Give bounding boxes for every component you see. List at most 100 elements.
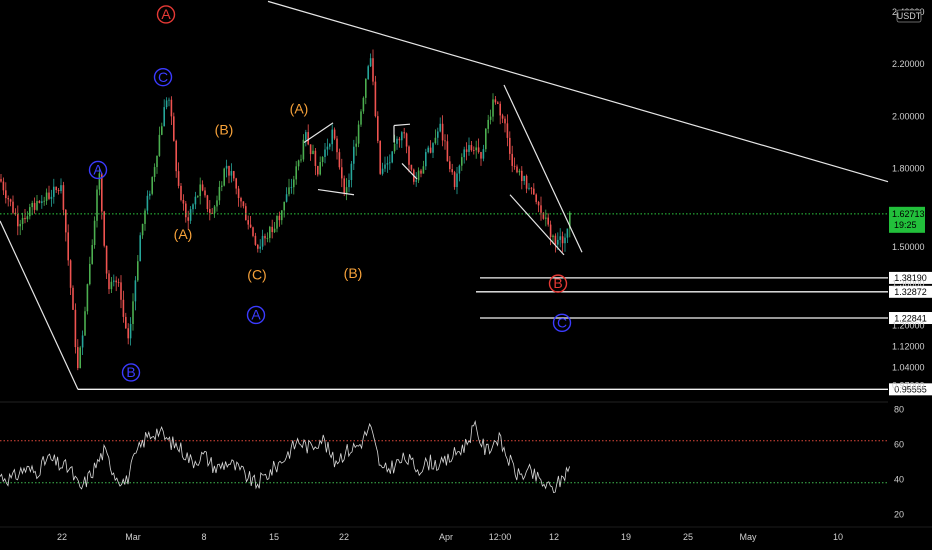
candle-body <box>288 187 290 195</box>
candle-body <box>554 235 557 245</box>
candle-body <box>403 132 405 134</box>
candle-body <box>182 199 185 204</box>
time-axis-tick: 25 <box>683 532 693 542</box>
price-axis-tick: 1.12000 <box>892 341 925 351</box>
candle-body <box>343 178 345 194</box>
candle-body <box>333 129 336 139</box>
price-axis[interactable]: 2.400002.200002.000001.800001.500001.360… <box>889 7 925 391</box>
trendline <box>0 220 79 390</box>
wave-label-text: B <box>126 364 135 380</box>
candle-body <box>362 97 365 112</box>
candle-body <box>43 200 45 202</box>
candlestick-series <box>0 49 571 371</box>
time-axis-tick: 15 <box>269 532 279 542</box>
candle-body <box>216 200 218 207</box>
candle-body <box>12 201 14 213</box>
candle-body <box>144 210 146 224</box>
candle-body <box>309 144 312 155</box>
trendline <box>401 162 418 180</box>
candle-body <box>132 301 134 324</box>
candle-body <box>422 166 425 174</box>
candle-body <box>9 199 12 202</box>
time-axis-tick: 12:00 <box>489 532 512 542</box>
candle-body <box>437 131 439 138</box>
candle-body <box>432 143 434 153</box>
candle-body <box>441 123 444 141</box>
candle-body <box>257 244 259 249</box>
trendline <box>503 84 583 253</box>
current-price-label: 1.62713 <box>892 209 925 219</box>
price-axis-tick: 2.00000 <box>892 111 925 121</box>
candle-body <box>48 192 50 199</box>
candle-body <box>79 347 81 369</box>
candle-body <box>451 169 453 173</box>
price-axis-tick: 1.36000 <box>892 279 925 289</box>
candle-body <box>297 160 300 167</box>
candle-body <box>314 150 317 166</box>
rsi-panel: 80 60 40 20 <box>0 401 904 519</box>
candle-body <box>26 216 29 220</box>
candle-body <box>137 261 139 281</box>
support-levels[interactable]: 1.381901.328721.228410.95555 <box>78 271 932 396</box>
wave-label-text: (A) <box>174 226 193 242</box>
candle-body <box>379 140 381 174</box>
candle-body <box>446 141 449 162</box>
candle-body <box>175 140 177 172</box>
candle-body <box>237 188 240 199</box>
candle-body <box>223 168 225 186</box>
rsi-axis-tick: 80 <box>894 404 904 414</box>
candle-body <box>19 223 21 227</box>
rsi-axis-tick: 20 <box>894 509 904 519</box>
candle-body <box>81 335 84 348</box>
candle-body <box>559 236 561 240</box>
candle-body <box>331 129 333 145</box>
candle-body <box>516 166 518 173</box>
candle-body <box>530 187 533 189</box>
candle-body <box>45 192 48 201</box>
candle-body <box>305 132 307 140</box>
wave-label-text: (C) <box>247 266 266 282</box>
time-axis-tick: 8 <box>201 532 206 542</box>
candle-body <box>252 227 254 236</box>
candle-body <box>271 226 273 233</box>
time-axis-tick: 10 <box>833 532 843 542</box>
wave-label-text: A <box>161 6 171 22</box>
candle-body <box>221 185 223 187</box>
wave-labels: A C A B A (B) (A) (C) (A) (B) B C <box>88 5 572 382</box>
candle-body <box>254 235 257 245</box>
candle-body <box>127 328 129 339</box>
candle-body <box>245 206 247 221</box>
candle-body <box>247 220 249 225</box>
candle-body <box>69 260 72 288</box>
candle-body <box>499 103 501 116</box>
candle-body <box>156 155 158 168</box>
candle-body <box>293 179 295 188</box>
candle-body <box>209 209 211 213</box>
candle-body <box>429 147 432 153</box>
trading-chart[interactable]: 1.381901.328721.228410.95555 A C A B A (B) (A)… <box>0 0 932 550</box>
candle-body <box>29 207 31 217</box>
candle-body <box>355 143 357 147</box>
candle-body <box>173 116 175 141</box>
candle-body <box>177 171 180 186</box>
candle-body <box>103 211 105 246</box>
candle-body <box>228 165 230 176</box>
candle-body <box>72 287 74 310</box>
rsi-axis-tick: 60 <box>894 439 904 449</box>
quote-currency-label: USDT <box>897 11 922 21</box>
candle-body <box>281 210 283 221</box>
candle-body <box>453 172 456 188</box>
candle-body <box>401 132 403 141</box>
candle-body <box>427 147 429 153</box>
candle-body <box>348 179 350 188</box>
candle-body <box>494 99 497 103</box>
candle-body <box>168 99 170 101</box>
wave-label-text: C <box>557 314 567 330</box>
time-axis[interactable]: 22 Mar 8 15 22 Apr 12:00 12 19 25 May 10 <box>0 526 932 542</box>
candle-body <box>545 217 547 219</box>
time-axis-tick: 22 <box>339 532 349 542</box>
candle-body <box>405 133 408 147</box>
candle-body <box>561 236 564 244</box>
candle-body <box>482 149 485 159</box>
candle-body <box>2 181 5 191</box>
